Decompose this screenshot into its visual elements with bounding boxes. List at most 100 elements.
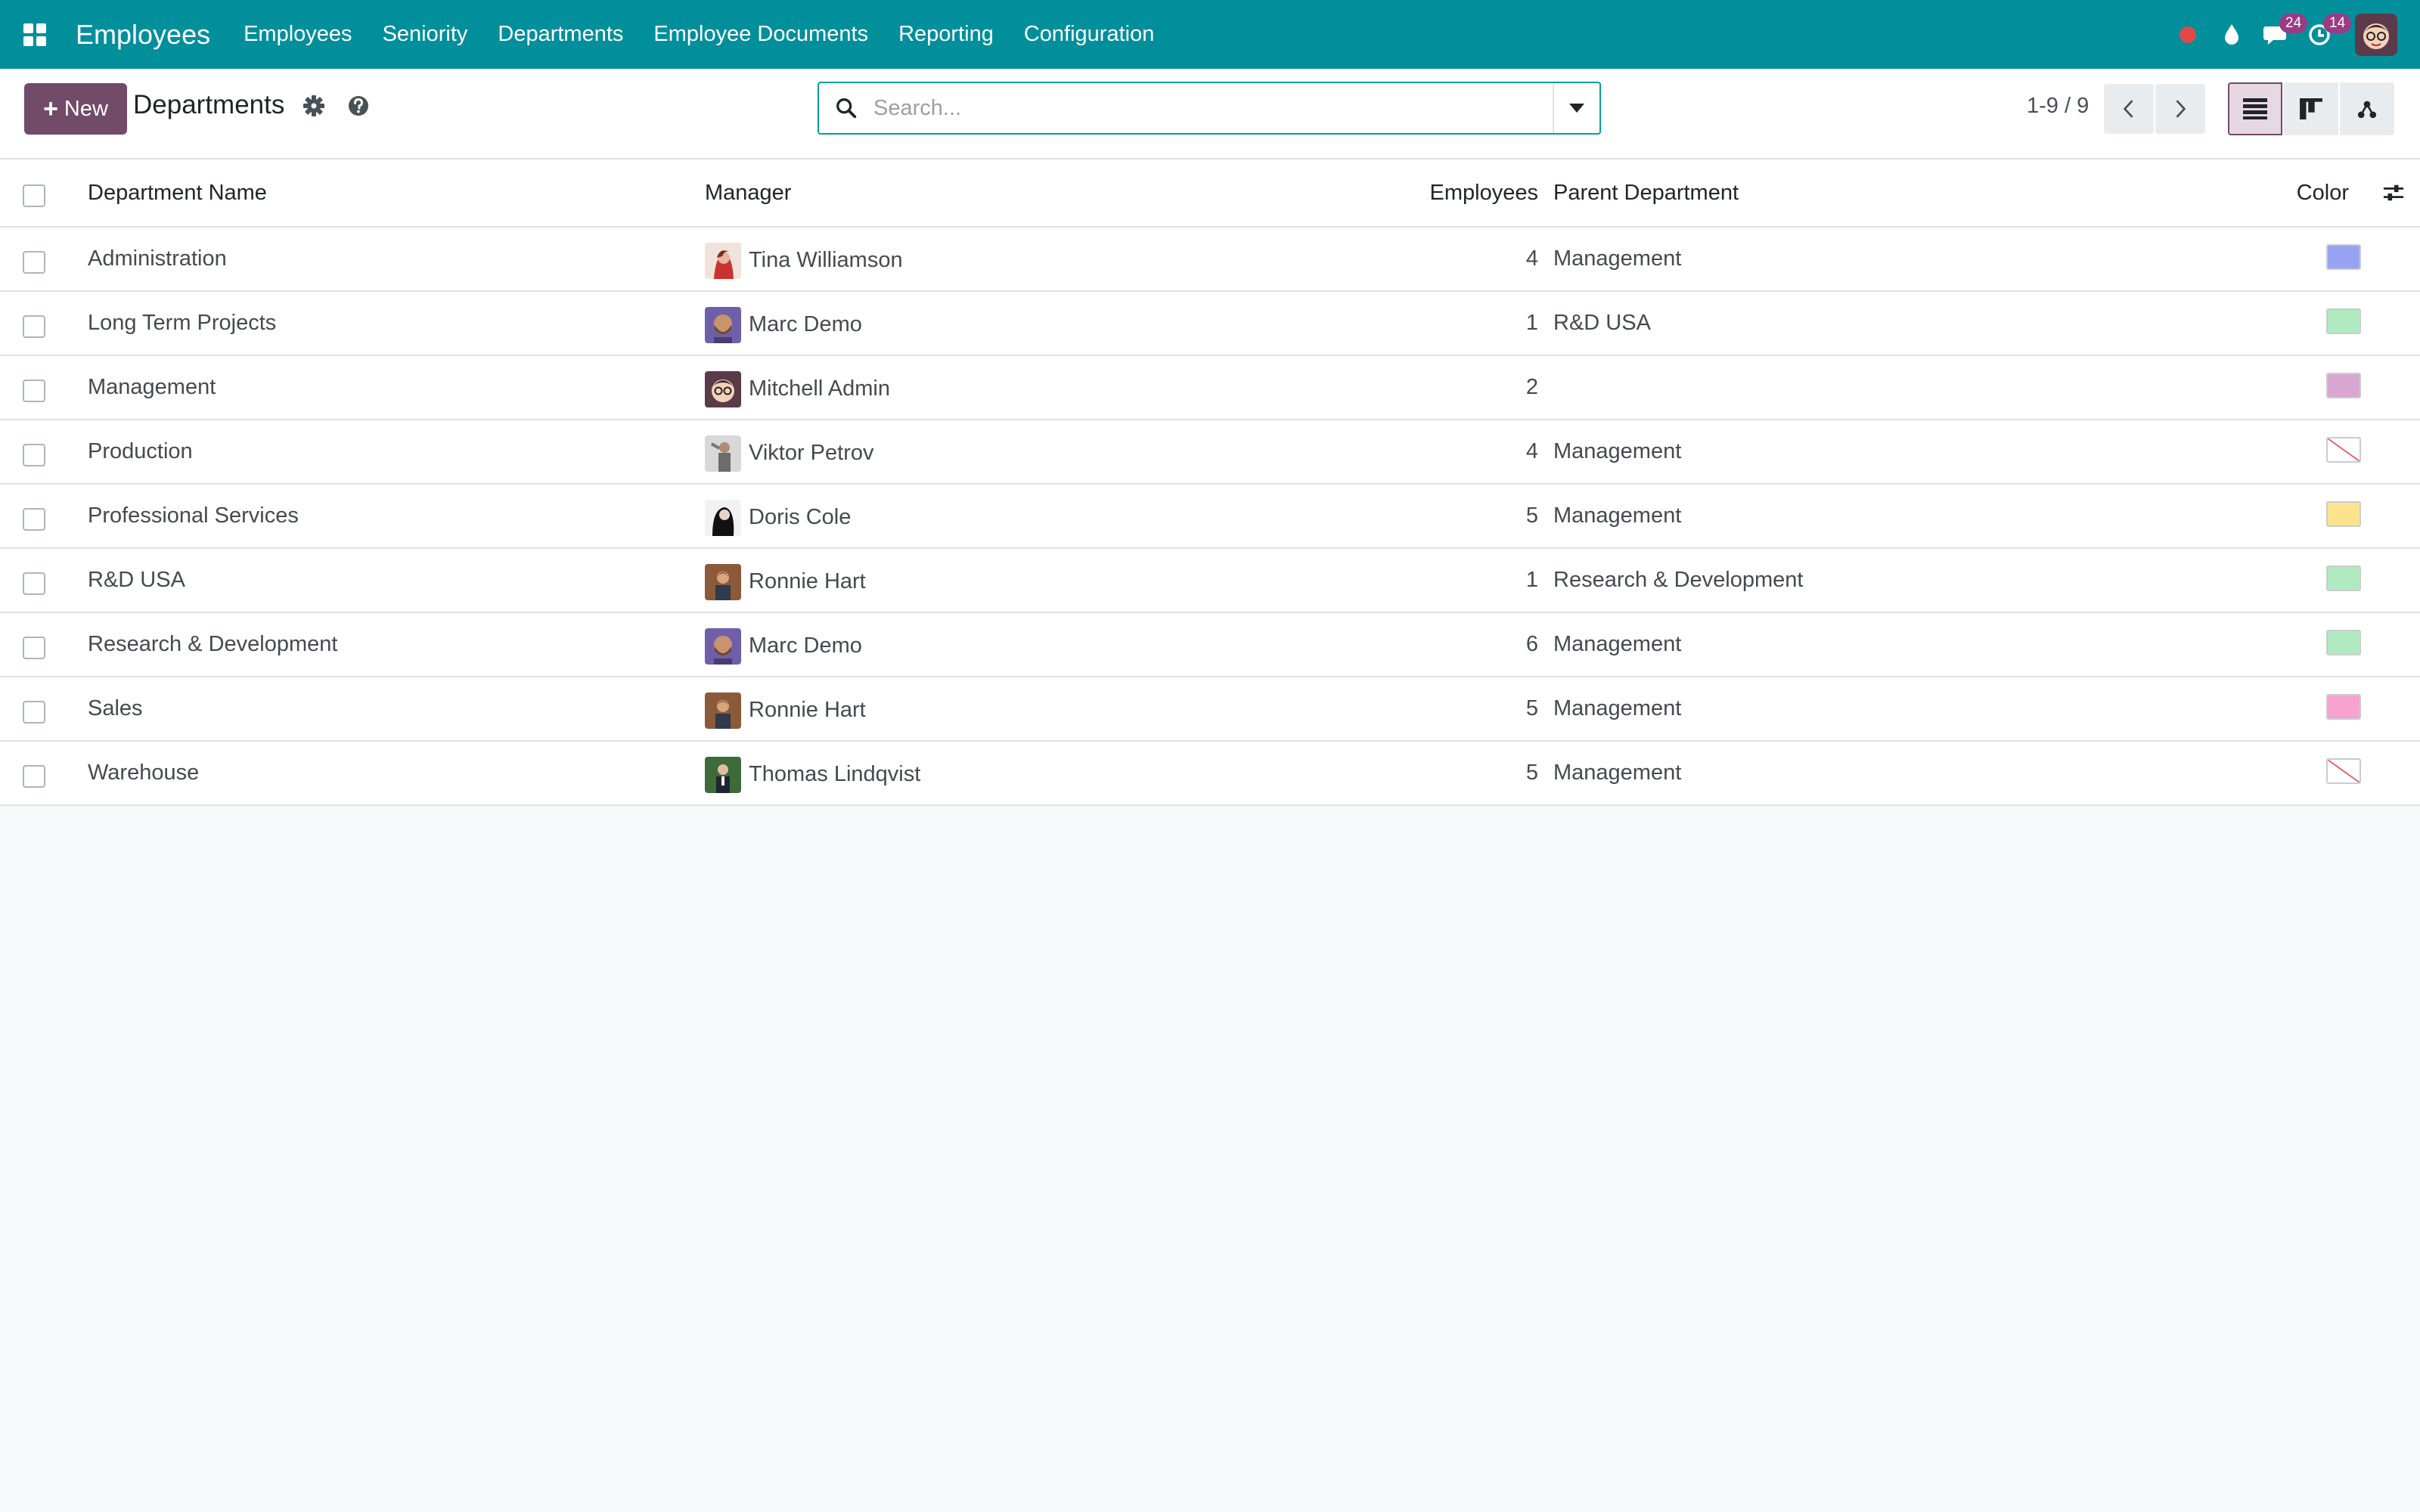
manager-name: Marc Demo <box>749 312 862 336</box>
department-name[interactable]: Long Term Projects <box>88 292 276 355</box>
color-swatch[interactable] <box>2326 693 2361 720</box>
color-cell <box>2326 549 2361 612</box>
activities-button[interactable]: 14 <box>2297 0 2352 69</box>
apps-menu-button[interactable] <box>0 0 70 69</box>
manager-cell[interactable]: Doris Cole <box>705 485 851 547</box>
optional-columns-button[interactable] <box>2382 160 2405 226</box>
color-swatch[interactable] <box>2326 436 2361 463</box>
row-checkbox[interactable] <box>23 379 45 402</box>
table-row[interactable]: Professional Services Doris Cole 5 Manag… <box>0 485 2420 549</box>
new-button[interactable]: + New <box>24 83 127 135</box>
table-row[interactable]: Sales Ronnie Hart 5 Management <box>0 677 2420 742</box>
pager-value[interactable]: 1-9 / 9 <box>2027 94 2089 119</box>
employee-count: 5 <box>1525 761 1538 785</box>
department-name[interactable]: Production <box>88 420 193 483</box>
row-checkbox[interactable] <box>23 443 45 466</box>
department-name[interactable]: Management <box>88 356 216 419</box>
menu-reporting[interactable]: Reporting <box>883 0 1009 69</box>
menu-configuration[interactable]: Configuration <box>1009 0 1170 69</box>
manager-name: Doris Cole <box>749 505 852 529</box>
column-header-employees[interactable]: Employees <box>1430 160 1538 226</box>
employee-count: 1 <box>1525 311 1538 335</box>
color-cell <box>2326 420 2361 483</box>
color-swatch[interactable] <box>2326 308 2361 334</box>
menu-departments[interactable]: Departments <box>482 0 638 69</box>
department-name[interactable]: Administration <box>88 228 227 290</box>
new-button-label: New <box>64 96 108 121</box>
department-name[interactable]: Warehouse <box>88 742 199 804</box>
row-checkbox[interactable] <box>23 700 45 723</box>
table-row[interactable]: Production Viktor Petrov 4 Management <box>0 420 2420 485</box>
table-row[interactable]: R&D USA Ronnie Hart 1 Research & Develop… <box>0 549 2420 613</box>
menu-employee-documents[interactable]: Employee Documents <box>638 0 883 69</box>
column-header-name[interactable]: Department Name <box>88 160 267 226</box>
menu-seniority[interactable]: Seniority <box>368 0 483 69</box>
color-cell <box>2326 613 2361 676</box>
color-swatch[interactable] <box>2326 500 2361 527</box>
table-row[interactable]: Long Term Projects Marc Demo 1 R&D USA <box>0 292 2420 356</box>
row-checkbox[interactable] <box>23 764 45 788</box>
manager-cell[interactable]: Tina Williamson <box>705 228 903 290</box>
table-row[interactable]: Research & Development Marc Demo 6 Manag… <box>0 613 2420 677</box>
row-checkbox[interactable] <box>23 314 45 338</box>
hierarchy-icon <box>2357 101 2377 119</box>
color-swatch[interactable] <box>2326 629 2361 655</box>
department-name[interactable]: Sales <box>88 677 143 740</box>
manager-cell[interactable]: Viktor Petrov <box>705 420 873 483</box>
table-row[interactable]: Administration Tina Williamson 4 Managem… <box>0 228 2420 292</box>
department-name[interactable]: Professional Services <box>88 485 299 547</box>
employee-count: 6 <box>1525 632 1538 656</box>
manager-avatar <box>705 435 741 472</box>
color-cell <box>2326 356 2361 419</box>
theme-toggle[interactable] <box>2210 0 2254 69</box>
table-row[interactable]: Management Mitchell Admin 2 <box>0 356 2420 420</box>
row-checkbox[interactable] <box>23 507 45 531</box>
parent-department: R&D USA <box>1553 311 1651 335</box>
column-header-manager[interactable]: Manager <box>705 160 791 226</box>
color-swatch[interactable] <box>2326 372 2361 398</box>
manager-cell[interactable]: Mitchell Admin <box>705 356 890 419</box>
droplet-icon <box>2225 23 2238 45</box>
employee-count: 4 <box>1525 439 1538 463</box>
table-row[interactable]: Warehouse Thomas Lindqvist 5 Management <box>0 742 2420 806</box>
manager-cell[interactable]: Thomas Lindqvist <box>705 742 920 804</box>
messages-button[interactable]: 24 <box>2254 0 2308 69</box>
recording-indicator[interactable] <box>2166 0 2210 69</box>
color-swatch[interactable] <box>2326 758 2361 784</box>
actions-gear-button[interactable] <box>301 93 327 119</box>
row-select-cell <box>23 292 50 355</box>
chevron-right-icon <box>2176 100 2186 118</box>
department-name[interactable]: Research & Development <box>88 613 337 676</box>
manager-name: Marc Demo <box>749 634 862 658</box>
column-header-parent[interactable]: Parent Department <box>1553 160 1739 226</box>
help-button[interactable] <box>346 93 371 119</box>
select-all-checkbox[interactable] <box>23 184 45 207</box>
employee-count: 2 <box>1525 375 1538 399</box>
color-swatch[interactable] <box>2326 243 2361 270</box>
parent-department: Management <box>1553 503 1682 528</box>
column-header-color[interactable]: Color <box>2297 160 2349 226</box>
row-checkbox[interactable] <box>23 572 45 595</box>
record-dot-icon <box>2180 26 2196 43</box>
search-input[interactable] <box>873 85 1553 131</box>
manager-cell[interactable]: Marc Demo <box>705 292 862 355</box>
row-checkbox[interactable] <box>23 250 45 274</box>
search-options-toggle[interactable] <box>1553 83 1599 133</box>
manager-cell[interactable]: Marc Demo <box>705 613 862 676</box>
color-cell <box>2326 485 2361 547</box>
hierarchy-view-button[interactable] <box>2340 82 2394 135</box>
color-cell <box>2326 228 2361 290</box>
menu-employees[interactable]: Employees <box>228 0 367 69</box>
pager-next-button[interactable] <box>2155 84 2205 134</box>
manager-cell[interactable]: Ronnie Hart <box>705 549 866 612</box>
manager-cell[interactable]: Ronnie Hart <box>705 677 866 740</box>
row-select-cell <box>23 613 50 676</box>
user-avatar[interactable] <box>2355 13 2397 56</box>
department-name[interactable]: R&D USA <box>88 549 185 612</box>
app-brand[interactable]: Employees <box>76 19 210 51</box>
row-checkbox[interactable] <box>23 636 45 659</box>
pager-previous-button[interactable] <box>2104 84 2154 134</box>
color-swatch[interactable] <box>2326 565 2361 591</box>
list-view-button[interactable] <box>2228 82 2282 135</box>
kanban-view-button[interactable] <box>2284 82 2338 135</box>
